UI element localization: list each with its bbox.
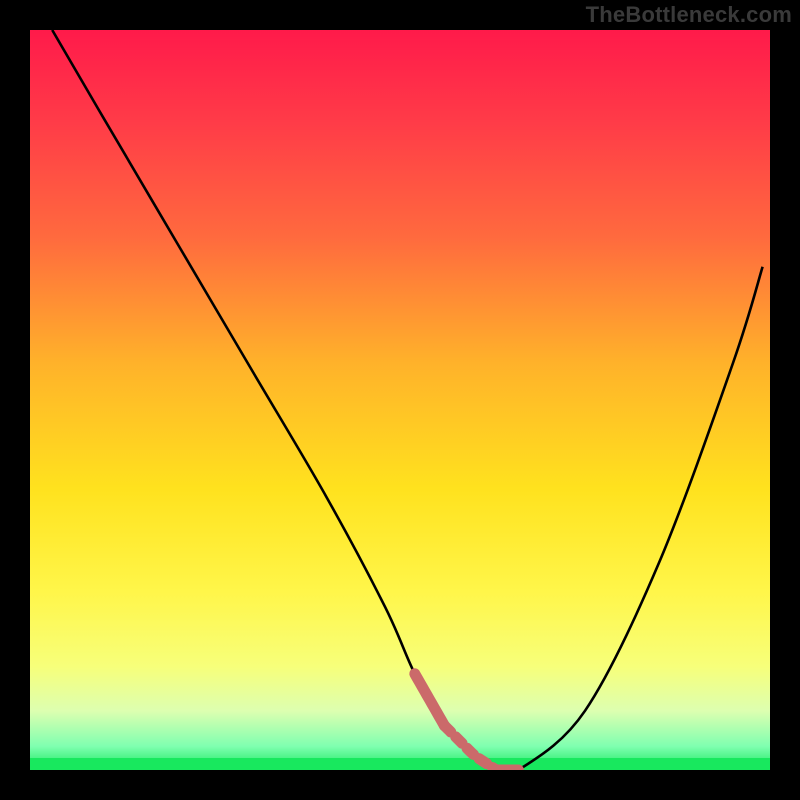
plot-background — [30, 30, 770, 770]
chart-stage: { "watermark": { "text": "TheBottleneck.… — [0, 0, 800, 800]
bottom-green-strip — [30, 758, 770, 770]
watermark-text: TheBottleneck.com — [586, 2, 792, 28]
bottleneck-chart — [0, 0, 800, 800]
